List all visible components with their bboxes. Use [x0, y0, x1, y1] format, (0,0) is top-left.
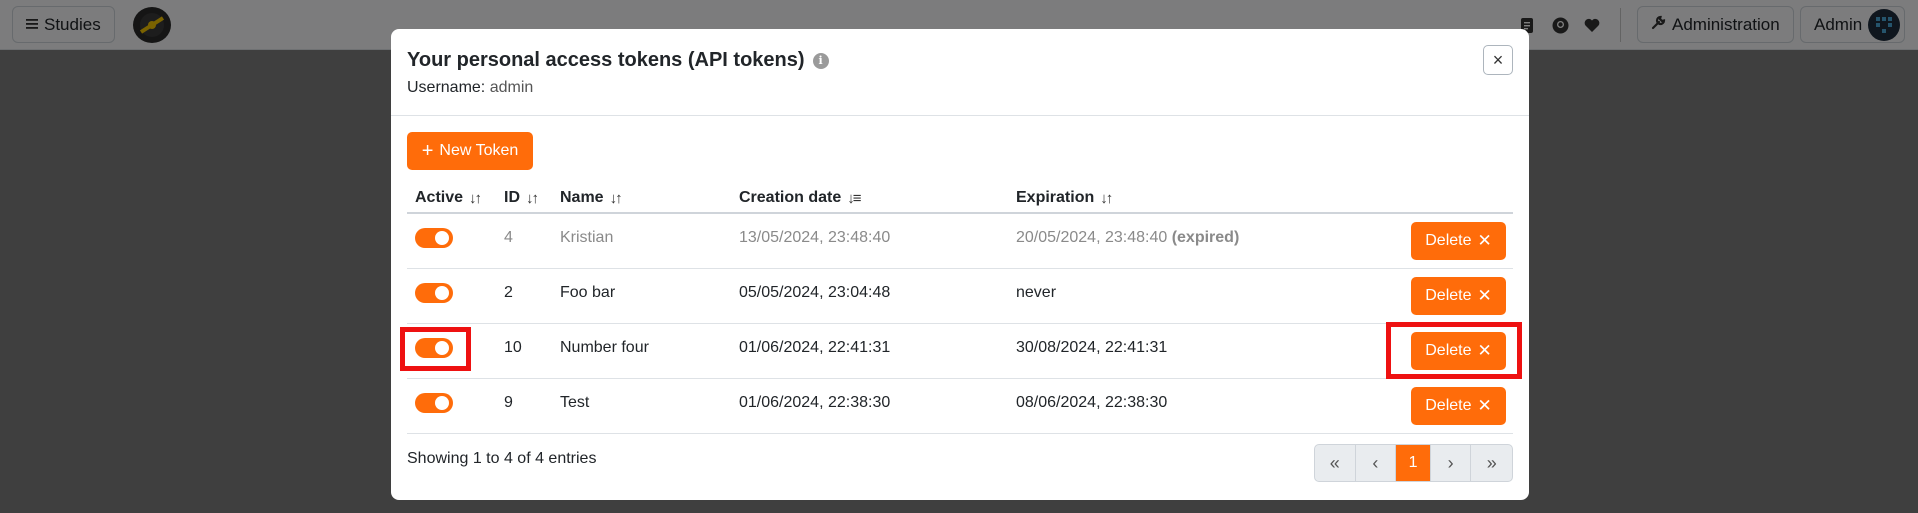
active-toggle[interactable]	[415, 283, 453, 303]
modal-title-text: Your personal access tokens (API tokens)	[407, 49, 805, 71]
column-header-name-label: Name	[560, 189, 604, 206]
token-creation-date: 01/06/2024, 22:38:30	[739, 394, 891, 411]
close-button[interactable]: ×	[1483, 45, 1513, 75]
row-divider	[407, 268, 1513, 269]
token-id: 4	[504, 229, 513, 246]
next-page-button[interactable]: ›	[1431, 445, 1472, 481]
sort-icon: ↓↑	[1100, 189, 1113, 207]
new-token-label: New Token	[439, 142, 519, 159]
info-icon[interactable]: i	[812, 52, 829, 69]
sort-icon: ↓↑	[526, 189, 539, 207]
column-header-creation-date-label: Creation date	[739, 189, 842, 206]
username-label: Username:	[407, 79, 486, 96]
row-divider	[407, 323, 1513, 324]
sort-icon: ↓↑	[469, 189, 482, 207]
column-header-active-label: Active	[415, 189, 464, 206]
token-name: Test	[560, 394, 590, 411]
token-name: Foo bar	[560, 284, 616, 301]
token-expiration: 20/05/2024, 23:48:40 (expired)	[1016, 229, 1239, 247]
token-name: Number four	[560, 339, 649, 356]
highlight-box-delete	[1386, 322, 1522, 379]
column-header-expiration[interactable]: Expiration ↓↑	[1016, 189, 1113, 207]
x-icon: ✕	[1477, 286, 1492, 305]
token-creation-date: 01/06/2024, 22:41:31	[739, 339, 891, 356]
column-header-active[interactable]: Active ↓↑	[415, 189, 482, 207]
api-tokens-modal: Your personal access tokens (API tokens)…	[391, 29, 1529, 500]
token-name: Kristian	[560, 229, 614, 246]
username-line: Username: admin	[407, 79, 533, 97]
delete-label: Delete	[1425, 397, 1472, 414]
token-expiration-date: 20/05/2024, 23:48:40	[1016, 229, 1168, 246]
delete-button[interactable]: Delete ✕	[1411, 222, 1506, 260]
token-expiration: 30/08/2024, 22:41:31	[1016, 339, 1168, 356]
token-creation-date: 05/05/2024, 23:04:48	[739, 284, 891, 301]
delete-label: Delete	[1425, 287, 1472, 304]
close-icon: ×	[1492, 49, 1504, 70]
plus-icon: +	[421, 140, 434, 162]
modal-header: Your personal access tokens (API tokens)…	[391, 29, 1529, 116]
prev-page-button[interactable]: ‹	[1356, 445, 1397, 481]
page-1-button[interactable]: 1	[1396, 445, 1431, 481]
username-value: admin	[489, 79, 534, 96]
token-expiration: 08/06/2024, 22:38:30	[1016, 394, 1168, 411]
column-header-id[interactable]: ID ↓↑	[504, 189, 539, 207]
first-page-button[interactable]: «	[1315, 445, 1356, 481]
column-header-creation-date[interactable]: Creation date ↓≡	[739, 189, 862, 207]
delete-label: Delete	[1425, 232, 1472, 249]
row-divider	[407, 378, 1513, 379]
delete-button[interactable]: Delete ✕	[1411, 277, 1506, 315]
delete-button[interactable]: Delete ✕	[1411, 387, 1506, 425]
new-token-button[interactable]: + New Token	[407, 132, 533, 170]
pagination: « ‹ 1 › »	[1314, 444, 1513, 482]
sort-desc-icon: ↓≡	[847, 189, 861, 207]
column-header-id-label: ID	[504, 189, 520, 206]
active-toggle[interactable]	[415, 228, 453, 248]
table-header-divider	[407, 212, 1513, 214]
column-header-name[interactable]: Name ↓↑	[560, 189, 623, 207]
last-page-button[interactable]: »	[1471, 445, 1512, 481]
token-id: 10	[504, 339, 522, 356]
token-creation-date: 13/05/2024, 23:48:40	[739, 229, 891, 246]
row-divider	[407, 433, 1513, 434]
token-id: 2	[504, 284, 513, 301]
sort-icon: ↓↑	[609, 189, 623, 207]
modal-title: Your personal access tokens (API tokens)…	[407, 49, 829, 72]
token-expiration: never	[1016, 284, 1057, 301]
active-toggle[interactable]	[415, 393, 453, 413]
x-icon: ✕	[1477, 231, 1492, 250]
token-id: 9	[504, 394, 513, 411]
entries-info: Showing 1 to 4 of 4 entries	[407, 450, 597, 467]
x-icon: ✕	[1477, 396, 1492, 415]
highlight-box-toggle	[400, 327, 471, 371]
expired-tag: (expired)	[1171, 229, 1240, 246]
column-header-expiration-label: Expiration	[1016, 189, 1095, 206]
